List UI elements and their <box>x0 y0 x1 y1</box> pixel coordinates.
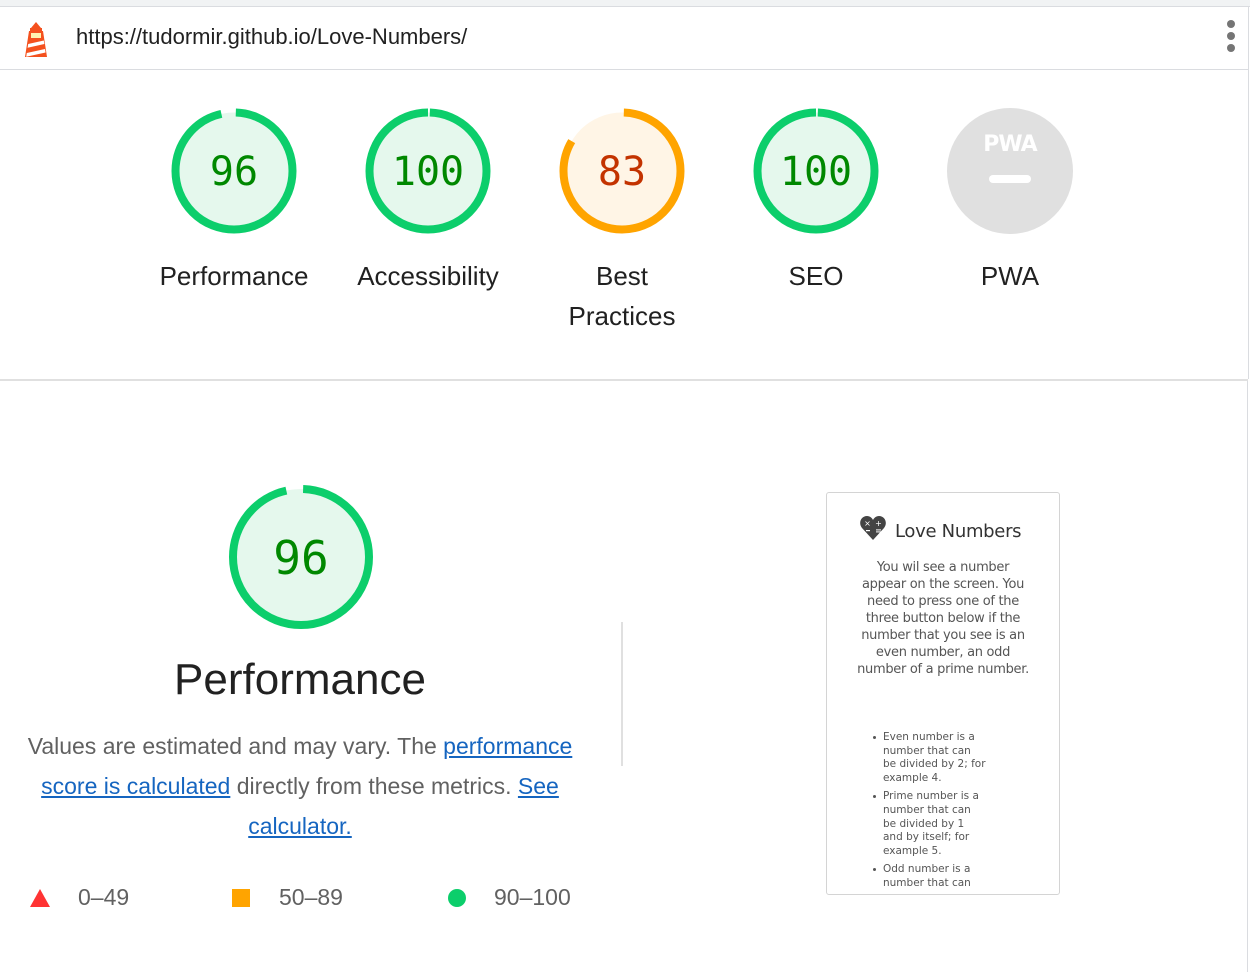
gauge-best-practices-label-line2: Practices <box>568 301 676 331</box>
svg-text:×: × <box>864 519 871 528</box>
section-divider <box>0 379 1248 381</box>
screenshot-header: × + Love Numbers <box>859 515 1049 545</box>
gauge-best-practices[interactable]: 83 Best Practices <box>525 106 719 336</box>
desc-text-2: directly from these metrics. <box>230 773 518 799</box>
gauge-performance-label: Performance <box>159 261 309 291</box>
legend-pass-range: 90–100 <box>494 884 571 910</box>
gauge-performance-ring: 96 <box>171 108 297 234</box>
report-url[interactable]: https://tudormir.github.io/Love-Numbers/ <box>76 24 467 50</box>
category-gauge: 96 <box>229 485 373 629</box>
gauge-best-practices-label: Best Practices <box>525 256 719 336</box>
circle-pass-icon <box>448 889 466 907</box>
gauge-best-practices-score: 83 <box>598 149 646 195</box>
more-vert-icon[interactable] <box>1216 17 1246 57</box>
gauge-accessibility-ring: 100 <box>365 108 491 234</box>
screenshot-paragraph: You wil see a number appear on the scree… <box>857 560 1029 677</box>
heart-math-icon: × + <box>860 516 886 540</box>
svg-text:+: + <box>875 519 882 528</box>
category-title: Performance <box>174 655 426 704</box>
gauge-accessibility-score: 100 <box>392 149 464 195</box>
list-item: Prime number is a number that can be div… <box>873 790 987 858</box>
gauge-best-practices-label-line1: Best <box>595 261 649 291</box>
screenshot-list: Even number is a number that can be divi… <box>873 731 1033 894</box>
lighthouse-icon[interactable] <box>20 19 52 59</box>
pwa-badge-icon: PWA <box>947 108 1073 234</box>
gauge-accessibility[interactable]: 100 Accessibility <box>331 106 525 296</box>
screenshot-title: Love Numbers <box>895 521 1022 542</box>
report-right-border <box>1247 381 1248 972</box>
pwa-badge-text: PWA <box>983 132 1037 157</box>
triangle-fail-icon <box>30 889 50 907</box>
legend-fail-range: 0–49 <box>78 884 130 910</box>
square-average-icon <box>232 889 250 907</box>
legend-average-range: 50–89 <box>279 884 343 910</box>
gauge-seo-score: 100 <box>780 149 852 195</box>
gauge-seo-ring: 100 <box>753 108 879 234</box>
report-topbar: https://tudormir.github.io/Love-Numbers/ <box>0 7 1249 70</box>
gauge-performance-score: 96 <box>210 149 258 195</box>
gauge-accessibility-label: Accessibility <box>357 261 499 291</box>
gauge-pwa[interactable]: PWA PWA <box>913 106 1107 296</box>
category-score: 96 <box>273 531 328 585</box>
desc-text-1: Values are estimated and may vary. The <box>27 733 444 759</box>
gauge-seo-label: SEO <box>788 261 844 291</box>
gauge-best-practices-ring: 83 <box>559 108 685 234</box>
gauge-pwa-label: PWA <box>980 261 1040 291</box>
list-item: Even number is a number that can be divi… <box>873 731 986 784</box>
list-item: Odd number is a number that can <box>873 863 987 890</box>
browser-top-border <box>0 0 1250 7</box>
vertical-divider <box>621 622 623 766</box>
gauge-performance[interactable]: 96 Performance <box>137 106 331 296</box>
score-gauges: 96 Performance 100 Accessibility 83 Best… <box>0 70 1249 379</box>
gauge-seo[interactable]: 100 SEO <box>719 106 913 296</box>
final-screenshot[interactable]: × + Love Numbers You wil see a number ap… <box>826 492 1060 895</box>
category-description: Values are estimated and may vary. The p… <box>20 726 580 846</box>
